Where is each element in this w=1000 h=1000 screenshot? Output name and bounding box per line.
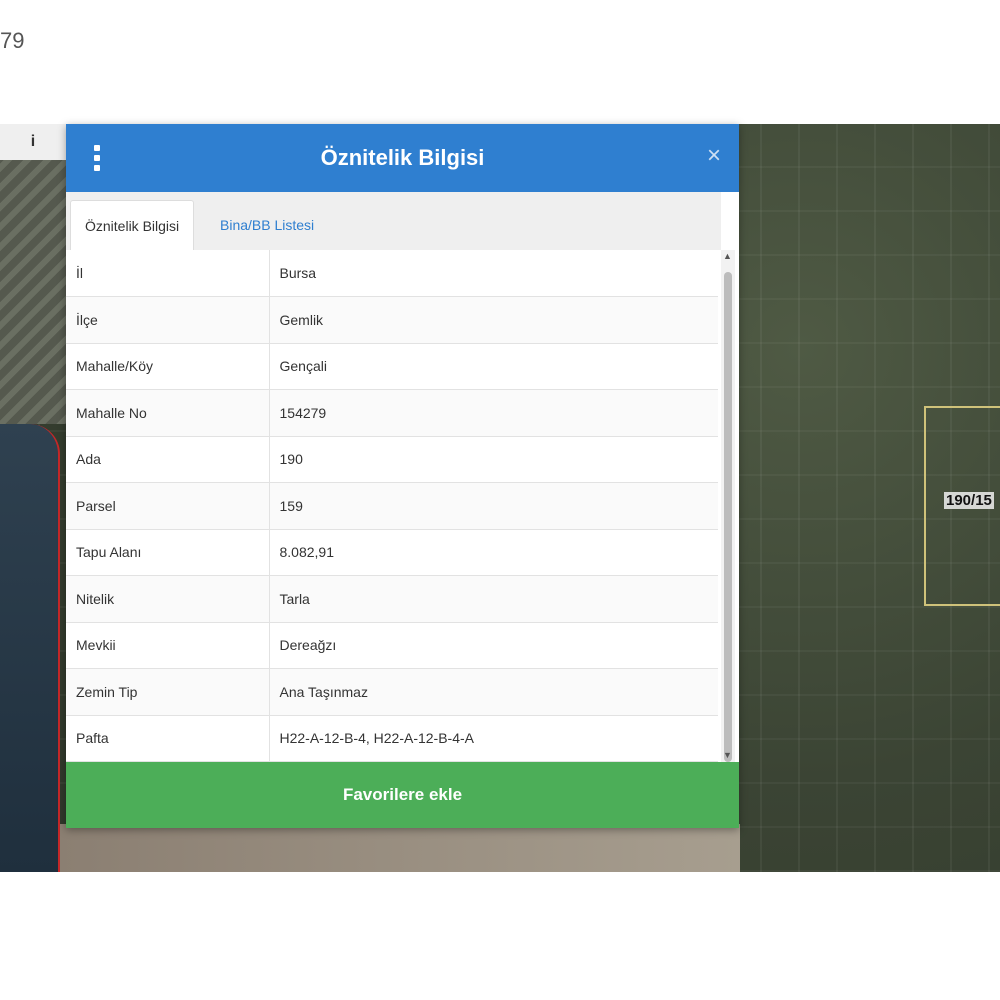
table-row: Zemin Tip Ana Taşınmaz [66,668,718,716]
row-value: Bursa [269,250,718,297]
row-key: Mahalle No [66,389,270,437]
map-land [0,124,70,424]
scroll-up-icon[interactable]: ▲ [723,252,732,261]
dialog-header: Öznitelik Bilgisi × [66,124,739,192]
row-key: Mahalle/Köy [66,343,270,390]
row-value: H22-A-12-B-4, H22-A-12-B-4-A [269,715,718,762]
table-row: Mahalle No 154279 [66,389,718,437]
table-row: Parsel 159 [66,482,718,530]
map-info-button[interactable]: i [0,124,66,160]
row-value: 159 [269,482,718,530]
dialog-title: Öznitelik Bilgisi [320,145,485,170]
scroll-thumb[interactable] [724,272,732,762]
row-key: Parsel [66,482,270,530]
table-row: Mevkii Dereağzı [66,622,718,669]
attribute-dialog: Öznitelik Bilgisi × Öznitelik Bilgisi Bi… [66,124,739,828]
close-icon[interactable]: × [707,144,721,168]
row-key: İl [66,250,270,297]
menu-dots-icon[interactable] [92,145,102,171]
row-key: İlçe [66,296,270,344]
tab-bar: Öznitelik Bilgisi Bina/BB Listesi [66,192,721,250]
parcel-label: 190/15 [944,492,994,509]
attribute-table: İl Bursa İlçe Gemlik Mahalle/Köy Gençali… [66,250,718,762]
corner-text: 79 [0,28,25,53]
tab-attribute-info[interactable]: Öznitelik Bilgisi [70,200,195,250]
row-key: Zemin Tip [66,668,270,716]
row-value: Tarla [269,575,718,623]
table-row: İlçe Gemlik [66,296,718,344]
table-row: Pafta H22-A-12-B-4, H22-A-12-B-4-A [66,715,718,762]
table-row: Tapu Alanı 8.082,91 [66,529,718,576]
scroll-down-icon[interactable]: ▼ [723,751,732,760]
row-value: Gemlik [269,296,718,344]
row-value: 190 [269,436,718,483]
row-key: Pafta [66,715,270,762]
row-key: Tapu Alanı [66,529,270,576]
map-water [0,424,60,872]
vertical-scrollbar[interactable]: ▲ ▼ [721,250,735,762]
row-value: Ana Taşınmaz [269,668,718,716]
row-value: Dereağzı [269,622,718,669]
tab-building-list[interactable]: Bina/BB Listesi [206,200,328,250]
row-value: Gençali [269,343,718,390]
add-to-favorites-button[interactable]: Favorilere ekle [66,762,739,828]
table-row: İl Bursa [66,250,718,297]
table-row: Ada 190 [66,436,718,483]
row-key: Mevkii [66,622,270,669]
table-row: Mahalle/Köy Gençali [66,343,718,390]
row-key: Nitelik [66,575,270,623]
table-row: Nitelik Tarla [66,575,718,623]
row-key: Ada [66,436,270,483]
attribute-table-container: İl Bursa İlçe Gemlik Mahalle/Köy Gençali… [66,250,739,762]
row-value: 8.082,91 [269,529,718,576]
row-value: 154279 [269,389,718,437]
map-beach [60,824,740,872]
